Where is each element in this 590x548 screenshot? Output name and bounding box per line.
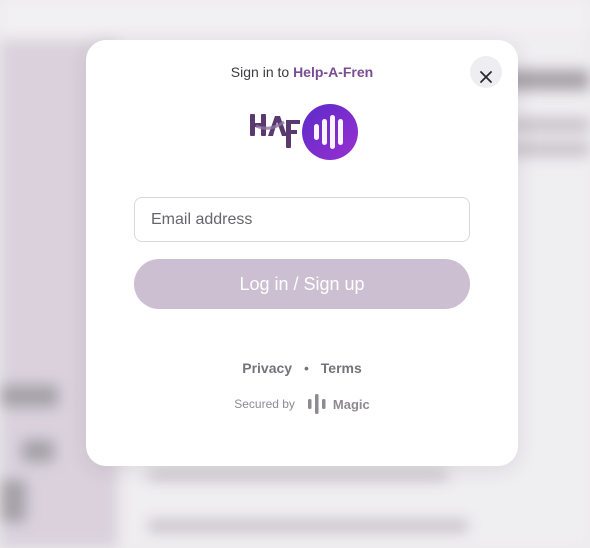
login-signup-button[interactable]: Log in / Sign up xyxy=(134,259,470,309)
provider-name: Magic xyxy=(332,396,370,412)
link-separator: • xyxy=(303,360,309,376)
signin-modal: Sign in to Help-A-Fren Email address Log… xyxy=(86,40,518,466)
terms-link[interactable]: Terms xyxy=(321,360,362,376)
app-name: Help-A-Fren xyxy=(293,64,374,80)
signin-heading: Sign in to Help-A-Fren xyxy=(86,64,518,80)
legal-links: Privacy • Terms xyxy=(86,360,518,376)
email-field[interactable] xyxy=(134,197,470,242)
signin-prefix: Sign in to xyxy=(230,64,290,80)
secured-by: Secured by Magic xyxy=(86,393,518,415)
app-logo xyxy=(248,102,358,162)
app-logo-graphic xyxy=(250,104,358,160)
privacy-link[interactable]: Privacy xyxy=(242,360,292,376)
magic-logo-icon xyxy=(307,393,327,415)
secured-by-label: Secured by xyxy=(234,397,295,411)
